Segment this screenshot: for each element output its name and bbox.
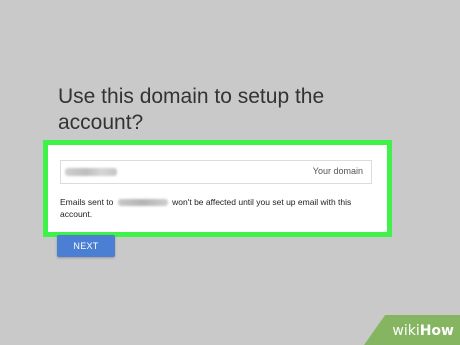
wikihow-watermark: wikiHow: [364, 315, 460, 345]
domain-field-label: Your domain: [312, 166, 363, 176]
watermark-logo: wikiHow: [392, 323, 454, 339]
page-title: Use this domain to setup the account?: [58, 85, 325, 134]
notice-prefix: Emails sent to: [60, 197, 114, 207]
setup-screen: Use this domain to setup the account? Yo…: [0, 0, 460, 345]
email-notice: Emails sent to won't be affected until y…: [60, 196, 370, 220]
blurred-domain-inline: [117, 199, 168, 207]
blurred-domain-value: [65, 168, 117, 176]
next-button[interactable]: NEXT: [57, 235, 115, 257]
domain-input[interactable]: Your domain: [60, 160, 372, 184]
highlighted-domain-panel: Your domain Emails sent to won't be affe…: [43, 140, 392, 237]
